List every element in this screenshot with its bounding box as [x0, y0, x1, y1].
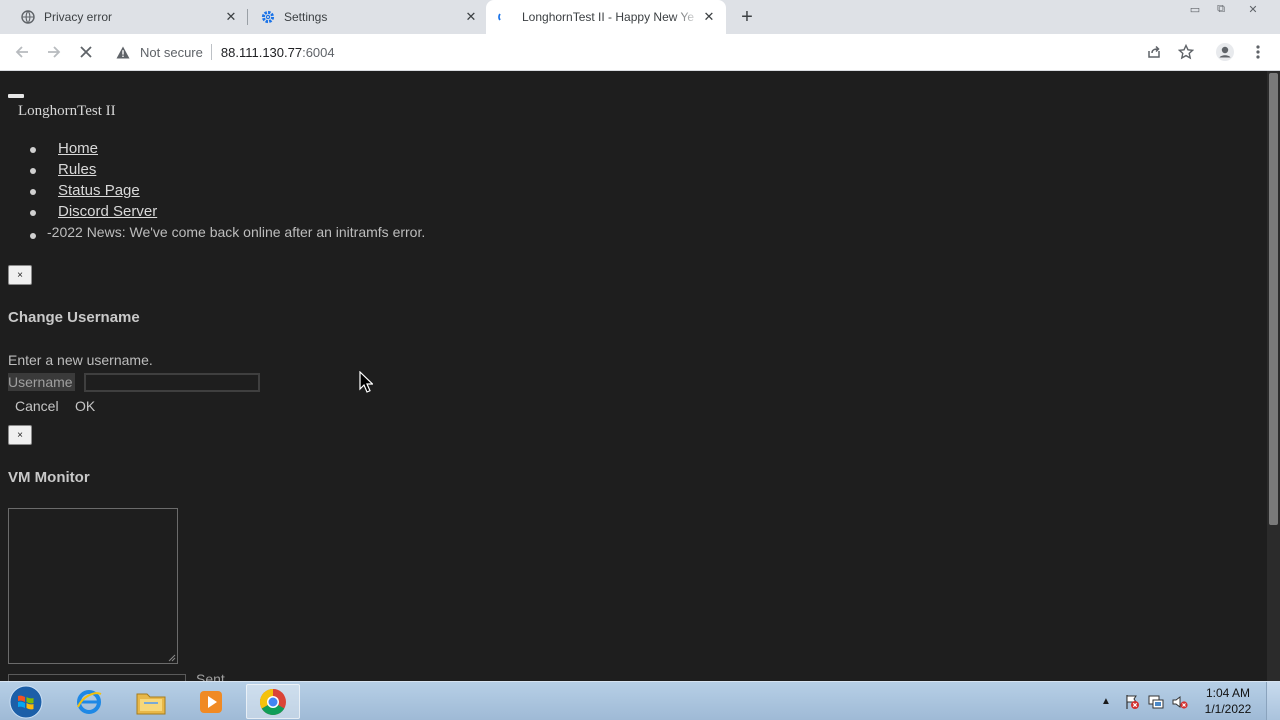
internet-explorer-icon — [77, 689, 102, 714]
bullet — [30, 168, 36, 174]
close-window-icon[interactable]: ✕ — [1240, 0, 1266, 18]
username-label: Username — [8, 373, 75, 391]
security-label[interactable]: Not secure — [140, 45, 203, 60]
warning-triangle-icon[interactable] — [116, 46, 132, 59]
taskbar-media-player[interactable] — [184, 684, 238, 719]
nav-link-discord-server[interactable]: Discord Server — [58, 203, 157, 220]
bullet — [30, 233, 36, 239]
page-viewport: LonghornTest II Home Rules Status Page D… — [0, 71, 1267, 681]
action-center-flag-icon[interactable] — [1122, 682, 1142, 720]
loading-spinner-icon — [496, 9, 512, 25]
taskbar-google-chrome[interactable] — [246, 684, 300, 719]
close-tab-icon[interactable]: ✕ — [462, 8, 480, 26]
clock-date: 1/1/2022 — [1204, 702, 1252, 716]
show-hidden-icons-icon[interactable]: ▲ — [1098, 682, 1114, 720]
url-host[interactable]: 88.111.130.77 — [221, 45, 302, 60]
bookmark-star-icon[interactable] — [1174, 40, 1198, 64]
cancel-button[interactable]: Cancel — [15, 398, 59, 414]
browser-toolbar: Not secure 88.111.130.77:6004 — [0, 34, 1280, 71]
omnibox-divider — [210, 44, 212, 60]
volume-muted-icon[interactable] — [1170, 682, 1190, 720]
tab-title: Privacy error — [44, 10, 113, 24]
show-desktop-button[interactable] — [1266, 682, 1280, 720]
windows-taskbar: ▲ 1:04 AM 1/1/2022 — [0, 681, 1280, 720]
network-icon[interactable] — [1146, 682, 1166, 720]
page-scrollbar[interactable] — [1267, 71, 1280, 681]
nav-link-status-page[interactable]: Status Page — [58, 182, 140, 199]
ok-button[interactable]: OK — [75, 398, 95, 414]
gear-icon — [260, 9, 276, 25]
close-tab-icon[interactable]: ✕ — [222, 8, 240, 26]
bullet — [30, 147, 36, 153]
taskbar-internet-explorer[interactable] — [62, 684, 116, 719]
kebab-menu-icon[interactable] — [1246, 40, 1270, 64]
nav-link-rules[interactable]: Rules — [58, 161, 96, 178]
username-input[interactable] — [84, 373, 260, 392]
new-tab-button[interactable]: + — [736, 6, 758, 28]
close-vm-monitor-button[interactable]: × — [8, 425, 32, 445]
restore-icon[interactable]: ⧉ — [1208, 0, 1234, 18]
nav-link-home[interactable]: Home — [58, 140, 98, 157]
windows-logo-icon — [9, 685, 43, 718]
scrollbar-thumb[interactable] — [1269, 73, 1278, 525]
site-brand[interactable]: LonghornTest II — [18, 103, 116, 120]
warning-globe-icon — [20, 9, 36, 25]
folder-icon — [136, 693, 166, 714]
news-text: -2022 News: We've come back online after… — [47, 224, 426, 240]
profile-avatar-icon[interactable] — [1213, 40, 1237, 64]
resize-grip-icon[interactable] — [168, 654, 176, 662]
start-button[interactable] — [6, 683, 46, 720]
taskbar-windows-explorer[interactable] — [124, 684, 178, 719]
bullet — [30, 210, 36, 216]
change-username-heading: Change Username — [8, 309, 140, 326]
tab-privacy-error[interactable]: Privacy error ✕ — [0, 0, 248, 34]
taskbar-clock[interactable]: 1:04 AM 1/1/2022 — [1188, 685, 1268, 717]
send-button[interactable]: Sent — [196, 672, 225, 681]
vm-monitor-heading: VM Monitor — [8, 469, 90, 486]
media-player-icon — [200, 690, 222, 713]
close-username-dialog-button[interactable]: × — [8, 265, 32, 285]
mouse-pointer-icon — [359, 371, 373, 393]
back-arrow-icon[interactable] — [10, 40, 34, 64]
tab-longhorntest[interactable]: LonghornTest II - Happy New Ye ✕ — [486, 0, 726, 34]
stop-loading-icon[interactable] — [74, 40, 98, 64]
share-icon[interactable] — [1142, 40, 1166, 64]
minimize-icon[interactable]: ▭ — [1182, 0, 1208, 18]
menu-toggle-icon[interactable] — [8, 94, 24, 98]
chrome-icon — [259, 688, 286, 715]
tab-title: Settings — [284, 10, 328, 24]
url-port[interactable]: :6004 — [302, 45, 335, 60]
forward-arrow-icon[interactable] — [42, 40, 66, 64]
vm-monitor-textarea[interactable] — [8, 508, 178, 664]
close-tab-icon[interactable]: ✕ — [700, 8, 718, 26]
clock-time: 1:04 AM — [1205, 686, 1251, 700]
tab-title: LonghornTest II - Happy New Ye — [522, 10, 695, 24]
bullet — [30, 189, 36, 195]
address-bar[interactable]: Not secure 88.111.130.77:6004 — [110, 37, 1130, 67]
tab-settings[interactable]: Settings ✕ — [240, 0, 488, 34]
tab-strip: Privacy error ✕ Settings ✕ LonghornTest … — [0, 0, 1280, 34]
vm-command-input[interactable] — [8, 674, 186, 681]
username-prompt: Enter a new username. — [8, 352, 153, 368]
